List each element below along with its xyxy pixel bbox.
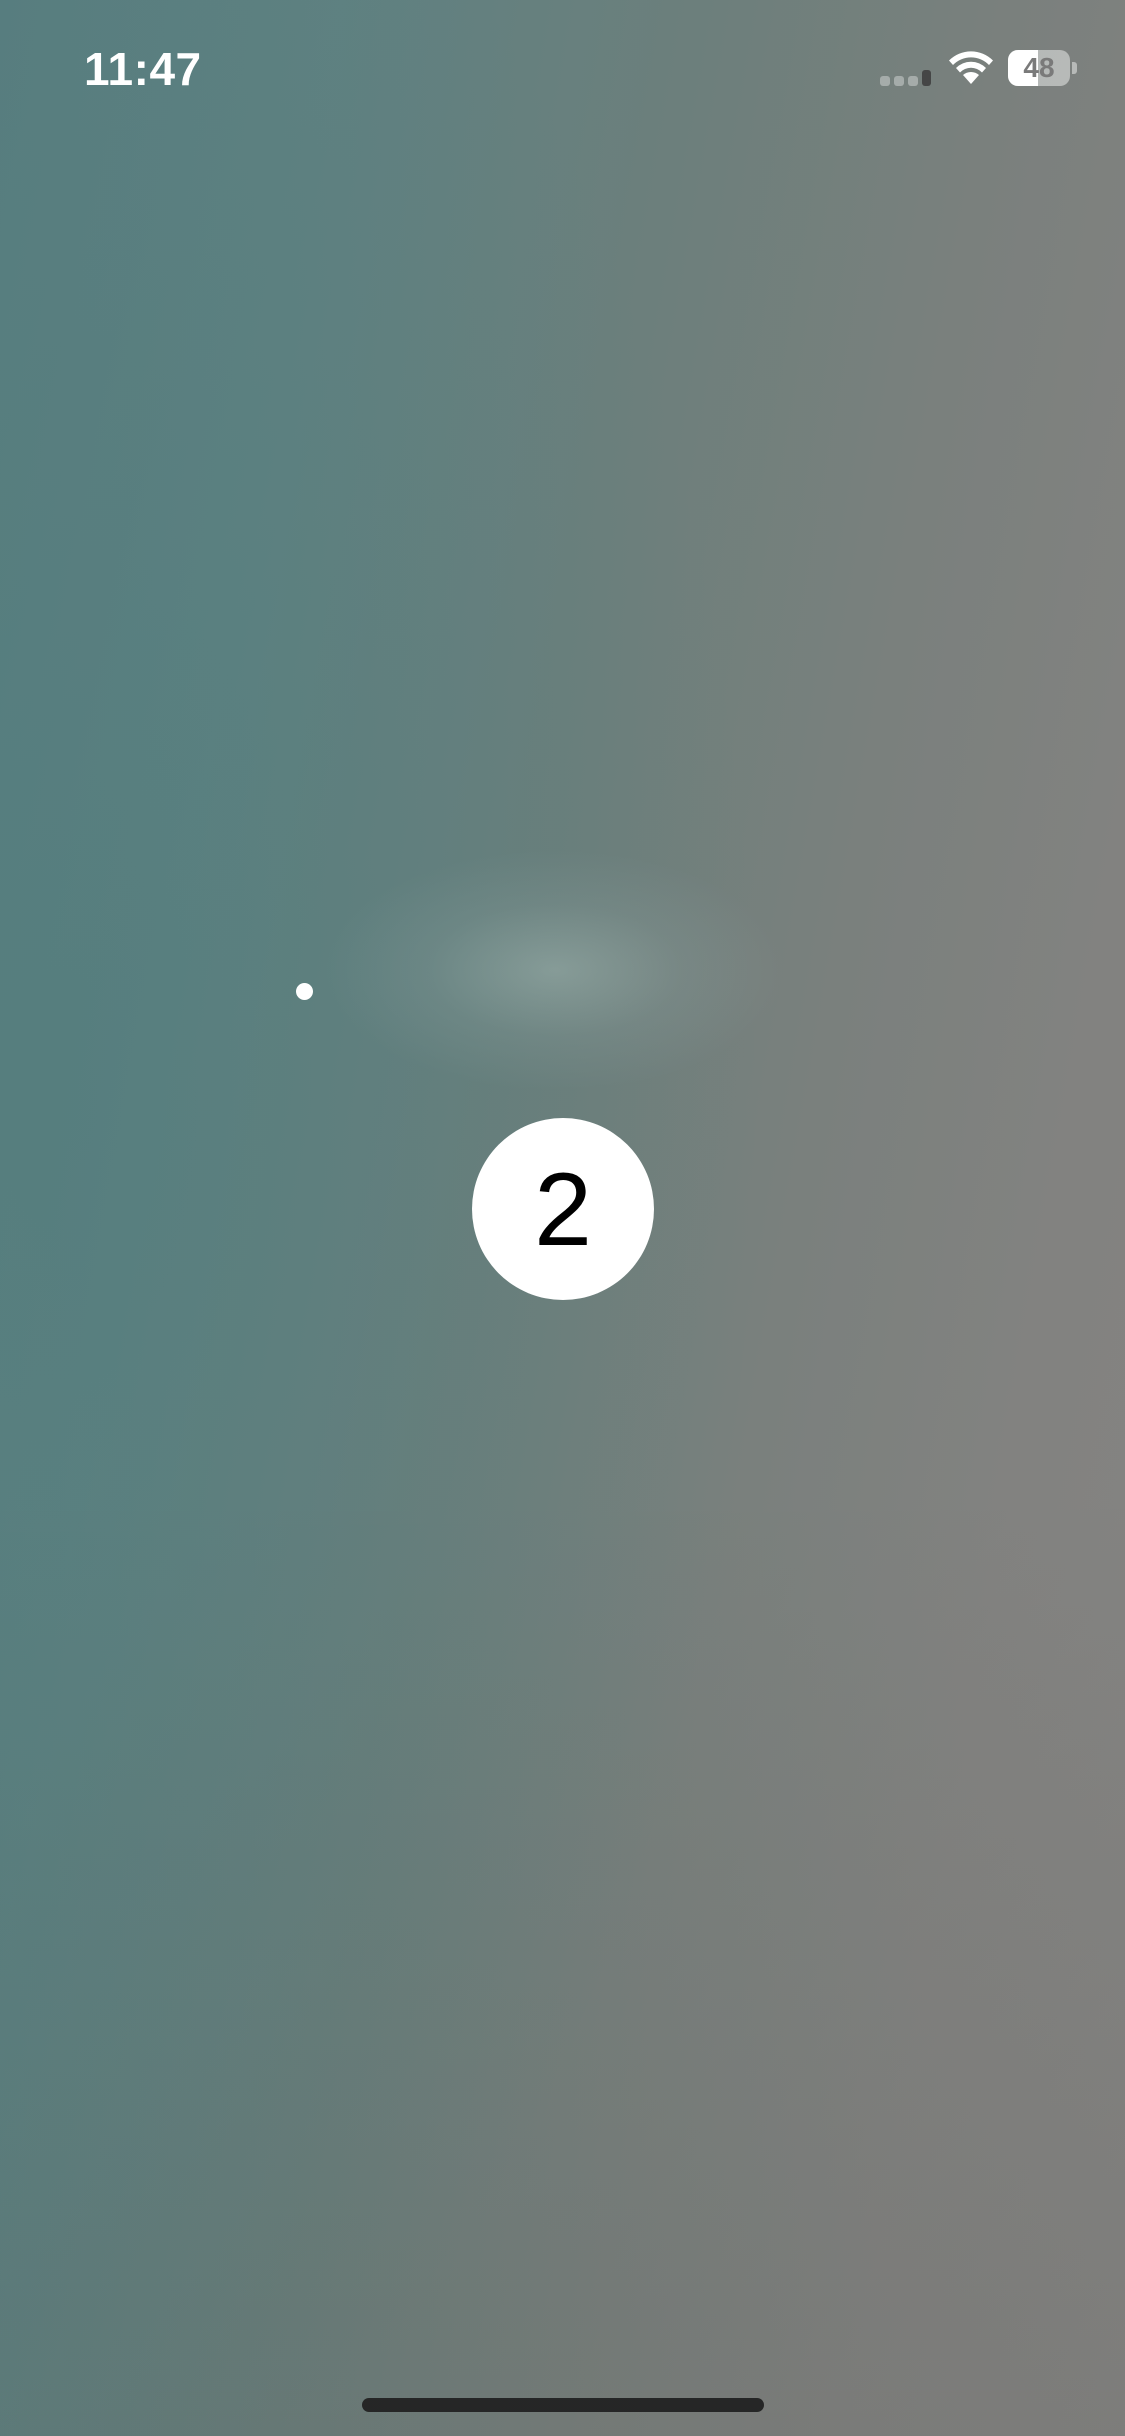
screen-background: 11:47 48 2 — [0, 0, 1125, 2436]
touch-indicator-dot — [296, 983, 313, 1000]
battery-level: 48 — [1023, 52, 1055, 83]
home-indicator[interactable] — [362, 2398, 764, 2412]
wifi-icon — [949, 51, 993, 84]
status-bar: 11:47 48 — [0, 0, 1125, 140]
cellular-signal-icon — [880, 70, 936, 86]
battery-icon: 48 — [1008, 50, 1077, 86]
battery-cap — [1072, 62, 1077, 74]
countdown-indicator: 2 — [472, 1118, 654, 1300]
status-time: 11:47 — [84, 43, 202, 95]
countdown-number: 2 — [534, 1152, 592, 1268]
battery-body: 48 — [1008, 50, 1070, 86]
